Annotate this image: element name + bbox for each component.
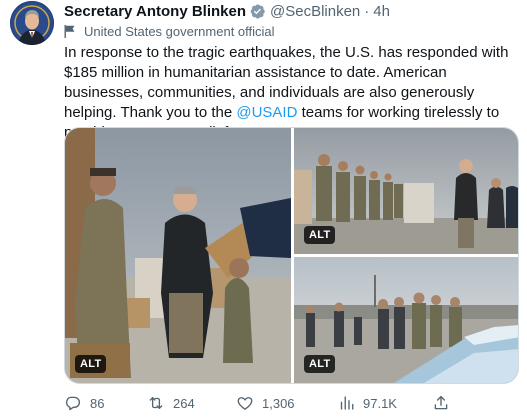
separator-dot: · — [364, 2, 370, 20]
photo-left[interactable]: ALT — [65, 128, 291, 383]
alt-badge[interactable]: ALT — [304, 226, 336, 244]
author-handle[interactable]: @SecBlinken — [270, 3, 360, 20]
retweet-icon — [149, 397, 163, 409]
tweet-timestamp[interactable]: 4h — [373, 3, 390, 20]
author-name[interactable]: Secretary Antony Blinken — [64, 3, 246, 20]
reply-button[interactable]: 86 — [64, 392, 104, 414]
photo-bottom-right[interactable]: ALT — [294, 257, 518, 383]
photo-top-right[interactable]: ALT — [294, 128, 518, 254]
views-count: 97.1K — [363, 395, 397, 411]
tweet-header: Secretary Antony Blinken @SecBlinken · 4… — [64, 1, 390, 21]
retweet-button[interactable]: 264 — [147, 392, 195, 414]
tweet-actions: 86 264 1,306 97.1K — [64, 392, 520, 414]
government-label-text: United States government official — [84, 23, 275, 39]
share-button[interactable] — [432, 392, 450, 414]
like-button[interactable]: 1,306 — [236, 392, 295, 414]
media-grid: ALT ALT ALT — [64, 127, 519, 384]
retweet-count: 264 — [173, 395, 195, 411]
alt-badge[interactable]: ALT — [75, 355, 107, 373]
flag-icon — [64, 24, 75, 38]
like-count: 1,306 — [262, 395, 295, 411]
tweet[interactable]: Secretary Antony Blinken @SecBlinken · 4… — [0, 0, 527, 420]
avatar-image — [10, 1, 54, 45]
reply-icon — [65, 396, 81, 411]
government-label[interactable]: United States government official — [64, 22, 275, 40]
photo-left-image — [65, 128, 291, 383]
mention-link[interactable]: @USAID — [236, 104, 297, 121]
reply-count: 86 — [90, 395, 105, 411]
avatar[interactable] — [10, 1, 54, 45]
views-button[interactable]: 97.1K — [337, 392, 397, 414]
share-icon — [434, 395, 448, 410]
verified-badge-icon[interactable] — [249, 3, 266, 20]
like-icon — [237, 397, 253, 410]
views-icon — [340, 396, 354, 410]
alt-badge[interactable]: ALT — [304, 355, 336, 373]
